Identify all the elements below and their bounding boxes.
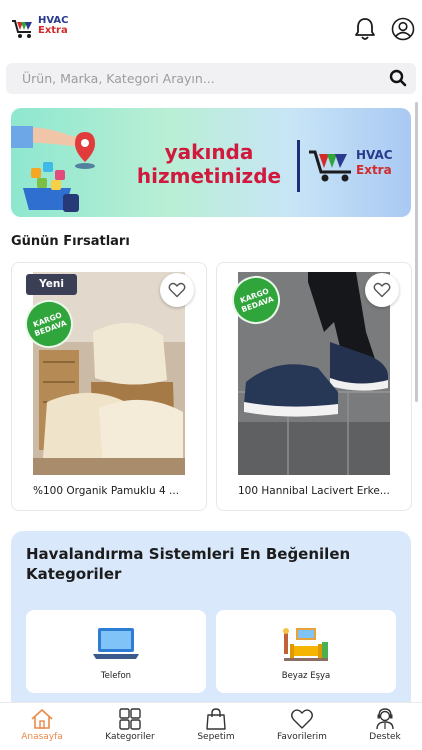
new-badge: Yeni: [26, 274, 77, 295]
product-name[interactable]: %100 Organik Pamuklu 4 ...: [33, 485, 193, 497]
product-card[interactable]: Yeni KARGO BEDAVA %100 Organik Pamuklu 4…: [11, 262, 207, 511]
bell-icon[interactable]: [352, 16, 378, 42]
grid-icon: [119, 708, 141, 730]
promo-banner[interactable]: yakında hizmetinizde HVAC Extra: [11, 108, 411, 217]
search-input[interactable]: Ürün, Marka, Kategori Arayın...: [22, 71, 215, 86]
heart-icon: [291, 709, 313, 729]
heart-icon: [168, 282, 186, 298]
deals-section-title: Günün Fırsatları: [11, 234, 130, 249]
heart-icon: [373, 282, 391, 298]
bottom-navigation: Anasayfa Kategoriler Sepetim Favorilerim: [0, 702, 422, 750]
nav-item-kategoriler[interactable]: Kategoriler: [88, 708, 172, 748]
nav-label: Sepetim: [197, 732, 235, 742]
favorite-button[interactable]: [365, 273, 399, 307]
nav-item-favorilerim[interactable]: Favorilerim: [260, 708, 344, 748]
favorite-button[interactable]: [160, 273, 194, 307]
categories-section-title: Havalandırma Sistemleri En Beğenilen Kat…: [26, 545, 351, 583]
category-label: Beyaz Eşya: [281, 671, 331, 681]
banner-line-2: hizmetinizde: [136, 164, 282, 188]
product-name[interactable]: 100 Hannibal Lacivert Erke...: [238, 485, 398, 497]
banner-logo-line-2: Extra: [356, 163, 392, 177]
product-card[interactable]: KARGO BEDAVA 100 Hannibal Lacivert Erke.…: [216, 262, 412, 511]
nav-item-destek[interactable]: Destek: [343, 708, 422, 748]
shopping-illustration-icon: [11, 126, 95, 212]
support-agent-icon: [376, 708, 394, 730]
category-card-beyaz-esya[interactable]: Beyaz Eşya: [216, 610, 396, 693]
laptop-icon: [93, 628, 139, 659]
banner-line-1: yakında: [164, 140, 254, 164]
home-icon: [31, 709, 53, 729]
logo-line-2: Extra: [38, 25, 68, 36]
living-room-icon: [283, 628, 328, 661]
user-icon[interactable]: [390, 16, 416, 42]
nav-label: Destek: [369, 732, 401, 742]
category-card-telefon[interactable]: Telefon: [26, 610, 206, 693]
banner-logo-line-1: HVAC: [356, 148, 393, 162]
nav-label: Anasayfa: [21, 732, 63, 742]
popular-categories-section: Havalandırma Sistemleri En Beğenilen Kat…: [11, 531, 411, 721]
nav-item-anasayfa[interactable]: Anasayfa: [0, 708, 84, 748]
banner-divider: [297, 140, 300, 192]
cart-logo-icon: [309, 150, 351, 182]
search-bar[interactable]: Ürün, Marka, Kategori Arayın...: [6, 63, 416, 94]
cart-logo-icon: [12, 20, 32, 38]
app-logo[interactable]: HVAC Extra: [10, 16, 72, 42]
category-label: Telefon: [100, 671, 132, 681]
nav-label: Kategoriler: [105, 732, 155, 742]
nav-label: Favorilerim: [277, 732, 327, 742]
shopping-bag-icon: [206, 708, 226, 730]
search-icon[interactable]: [389, 69, 407, 87]
scrollbar[interactable]: [415, 102, 418, 402]
nav-item-sepetim[interactable]: Sepetim: [174, 708, 258, 748]
app-header: HVAC Extra: [0, 0, 422, 58]
